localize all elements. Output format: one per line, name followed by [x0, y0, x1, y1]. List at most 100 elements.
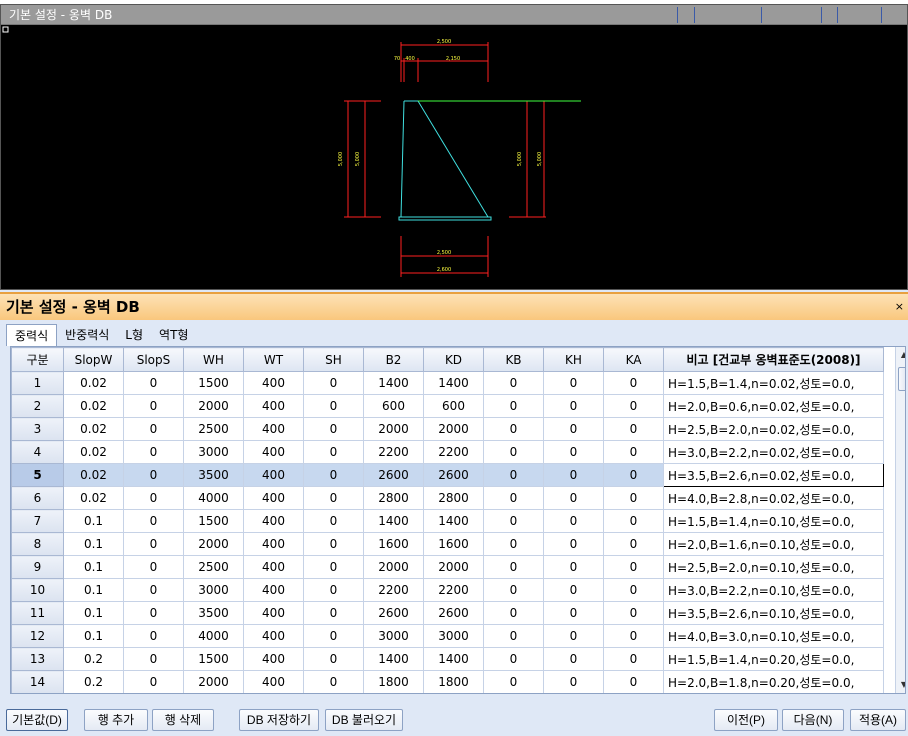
next-button[interactable]: 다음(N)	[782, 709, 844, 731]
grid-cell[interactable]: 0	[123, 647, 184, 671]
table-row[interactable]: 1 0.02 0 1500 400 0 1400 1400 0 0 0 H=1.5,B=1.4,n=0…	[11, 371, 884, 395]
grid-cell[interactable]: 0	[543, 601, 604, 625]
grid-cell[interactable]: 3000	[183, 440, 244, 464]
grid-cell[interactable]: 2600	[363, 463, 424, 487]
row-number[interactable]: 14	[11, 670, 64, 693]
grid-cell[interactable]: 0	[123, 394, 184, 418]
grid-cell[interactable]: 2000	[363, 417, 424, 441]
grid-cell[interactable]: 0	[603, 486, 664, 510]
tab-inverted-t[interactable]: 역T형	[151, 324, 196, 346]
grid-cell[interactable]: 0	[543, 578, 604, 602]
row-number[interactable]: 8	[11, 532, 64, 556]
row-number[interactable]: 4	[11, 440, 64, 464]
row-number[interactable]: 12	[11, 624, 64, 648]
grid-cell[interactable]: 0	[303, 417, 364, 441]
row-number[interactable]: 5	[11, 463, 64, 487]
grid-cell[interactable]: 2600	[423, 463, 484, 487]
column-header[interactable]: SlopS	[123, 347, 184, 372]
grid-cell[interactable]: 0	[543, 509, 604, 533]
row-number[interactable]: 6	[11, 486, 64, 510]
grid-cell[interactable]: 2800	[423, 486, 484, 510]
grid-cell[interactable]: 400	[243, 463, 304, 487]
column-header[interactable]: KA	[603, 347, 664, 372]
grid-cell[interactable]: 600	[363, 394, 424, 418]
row-number[interactable]: 3	[11, 417, 64, 441]
grid-cell[interactable]: 0	[543, 394, 604, 418]
db-save-button[interactable]: DB 저장하기	[239, 709, 319, 731]
grid-cell[interactable]: 0.02	[63, 440, 124, 464]
grid-cell[interactable]: 0	[483, 555, 544, 579]
grid-cell[interactable]: 1500	[183, 371, 244, 395]
grid-cell[interactable]: 0.1	[63, 601, 124, 625]
grid-cell[interactable]: 0	[123, 440, 184, 464]
grid-cell[interactable]: 0.02	[63, 394, 124, 418]
grid-cell[interactable]: 0	[303, 463, 364, 487]
grid-cell[interactable]: 0	[603, 532, 664, 556]
grid-cell[interactable]: 2200	[423, 578, 484, 602]
table-row[interactable]: 6 0.02 0 4000 400 0 2800 2800 0 0 0 H=4.0,B=2.8,n=0…	[11, 486, 884, 510]
table-row[interactable]: 2 0.02 0 2000 400 0 600 600 0 0 0 H=2.0,B=0.6,n=0.0…	[11, 394, 884, 418]
grid-cell[interactable]: 1400	[423, 509, 484, 533]
table-row[interactable]: 7 0.1 0 1500 400 0 1400 1400 0 0 0 H=1.5,B=1.4,n=0.…	[11, 509, 884, 533]
table-row[interactable]: 14 0.2 0 2000 400 0 1800 1800 0 0 0 H=2.0,B=1.8,n=0…	[11, 670, 884, 693]
default-button[interactable]: 기본값(D)	[6, 709, 68, 731]
row-number[interactable]: 11	[11, 601, 64, 625]
grid-cell[interactable]: 0	[603, 578, 664, 602]
grid-cell[interactable]: 400	[243, 601, 304, 625]
table-row[interactable]: 11 0.1 0 3500 400 0 2600 2600 0 0 0 H=3.5,B=2.6,n=0…	[11, 601, 884, 625]
row-number[interactable]: 10	[11, 578, 64, 602]
grid-cell[interactable]: 0	[123, 486, 184, 510]
row-number[interactable]: 13	[11, 647, 64, 671]
note-cell[interactable]: H=1.5,B=1.4,n=0.20,성토=0.0,	[663, 647, 884, 671]
grid-cell[interactable]: 3500	[183, 463, 244, 487]
grid-cell[interactable]: 0	[483, 417, 544, 441]
grid-cell[interactable]: 1400	[363, 509, 424, 533]
grid-cell[interactable]: 0	[543, 624, 604, 648]
grid-cell[interactable]: 0	[543, 555, 604, 579]
grid-cell[interactable]: 0	[603, 440, 664, 464]
grid-cell[interactable]: 400	[243, 555, 304, 579]
note-cell[interactable]: H=1.5,B=1.4,n=0.02,성토=0.0,	[663, 371, 884, 395]
note-cell[interactable]: H=3.5,B=2.6,n=0.10,성토=0.0,	[663, 601, 884, 625]
grid-cell[interactable]: 0	[123, 555, 184, 579]
grid-cell[interactable]: 0	[483, 647, 544, 671]
grid-cell[interactable]: 1500	[183, 509, 244, 533]
grid-cell[interactable]: 0.2	[63, 647, 124, 671]
note-cell[interactable]: H=4.0,B=3.0,n=0.10,성토=0.0,	[663, 624, 884, 648]
column-header[interactable]: SH	[303, 347, 364, 372]
grid-cell[interactable]: 0	[483, 670, 544, 693]
note-cell[interactable]: H=2.5,B=2.0,n=0.02,성토=0.0,	[663, 417, 884, 441]
grid-cell[interactable]: 0	[603, 394, 664, 418]
grid-cell[interactable]: 0	[303, 371, 364, 395]
column-header[interactable]: WT	[243, 347, 304, 372]
grid-cell[interactable]: 1400	[363, 371, 424, 395]
grid-cell[interactable]: 1800	[363, 670, 424, 693]
grid-cell[interactable]: 400	[243, 670, 304, 693]
grid-cell[interactable]: 2500	[183, 417, 244, 441]
column-header[interactable]: 비고 [건교부 옹벽표준도(2008)]	[663, 347, 884, 372]
grid-cell[interactable]: 0	[303, 509, 364, 533]
grid-cell[interactable]: 0	[303, 601, 364, 625]
grid-cell[interactable]: 2200	[363, 578, 424, 602]
grid-cell[interactable]: 400	[243, 394, 304, 418]
grid-cell[interactable]: 1400	[363, 647, 424, 671]
grid-cell[interactable]: 0.02	[63, 371, 124, 395]
row-number[interactable]: 2	[11, 394, 64, 418]
grid-cell[interactable]: 0	[483, 578, 544, 602]
scroll-up-icon[interactable]: ▲	[896, 347, 905, 363]
grid-cell[interactable]: 1600	[423, 532, 484, 556]
vertical-scrollbar[interactable]: ▲ ▼	[895, 347, 905, 693]
grid-cell[interactable]: 0	[123, 601, 184, 625]
grid-cell[interactable]: 0	[603, 371, 664, 395]
db-load-button[interactable]: DB 불러오기	[325, 709, 403, 731]
table-row[interactable]: 9 0.1 0 2500 400 0 2000 2000 0 0 0 H=2.5,B=2.0,n=0.…	[11, 555, 884, 579]
note-cell[interactable]: H=3.5,B=2.6,n=0.02,성토=0.0,	[663, 463, 884, 487]
grid-cell[interactable]: 2800	[363, 486, 424, 510]
grid-cell[interactable]: 0	[123, 624, 184, 648]
grid-cell[interactable]: 2200	[363, 440, 424, 464]
grid-cell[interactable]: 0.1	[63, 555, 124, 579]
grid-cell[interactable]: 0	[543, 486, 604, 510]
grid-cell[interactable]: 0	[123, 509, 184, 533]
grid-cell[interactable]: 0	[483, 486, 544, 510]
row-number[interactable]: 1	[11, 371, 64, 395]
